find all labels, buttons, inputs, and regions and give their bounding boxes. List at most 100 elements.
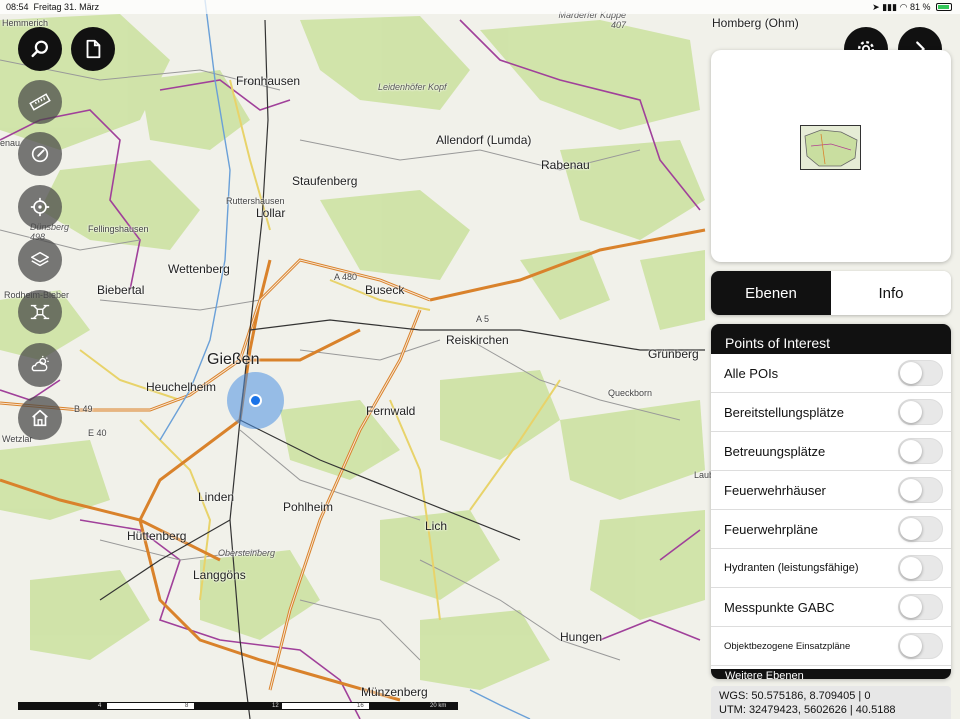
poi-label: Alle POIs — [724, 365, 779, 381]
map-label: B 49 — [74, 404, 93, 414]
map-label: Wettenberg — [168, 262, 230, 276]
map-label: Rabenau — [541, 158, 590, 172]
map-label: Queckborn — [608, 388, 653, 398]
overview-map-thumbnail[interactable] — [800, 125, 861, 170]
crosshair-icon — [30, 197, 50, 217]
scale-segment — [19, 703, 107, 709]
poi-section-header: Points of Interest — [711, 324, 951, 354]
map-label: Grünberg — [648, 347, 699, 361]
scale-segment — [106, 703, 195, 709]
scale-tick-label: 20 km — [430, 703, 447, 709]
map-label: Allendorf (Lumda) — [436, 133, 532, 147]
poi-row-hydranten[interactable]: Hydranten (leistungsfähige) — [711, 549, 951, 588]
search-button[interactable] — [18, 27, 62, 71]
map-label: Buseck — [365, 283, 405, 297]
scale-tick-label: 4 — [98, 703, 102, 709]
poi-row-betreuungsplaetze[interactable]: Betreuungsplätze — [711, 432, 951, 471]
battery-percent: 81 % — [909, 2, 931, 12]
map-label: Fernwald — [366, 404, 416, 418]
measure-button[interactable] — [18, 80, 62, 124]
document-icon — [86, 39, 101, 59]
poi-label: Feuerwehrhäuser — [724, 482, 826, 498]
poi-toggle[interactable] — [898, 360, 943, 386]
map-label: Biebertal — [97, 283, 145, 297]
overview-map-graphic — [804, 129, 858, 167]
coordinate-readout: WGS: 50.575186, 8.709405 | 0 UTM: 324794… — [711, 686, 951, 719]
poi-row-feuerwehrhaeuser[interactable]: Feuerwehrhäuser — [711, 471, 951, 510]
poi-label: Hydranten (leistungsfähige) — [724, 562, 859, 574]
poi-label: Feuerwehrpläne — [724, 521, 818, 537]
poi-toggle[interactable] — [898, 438, 943, 464]
poi-toggle[interactable] — [898, 633, 943, 659]
status-time-date: 08:54 Freitag 31. März — [6, 2, 99, 12]
home-button[interactable] — [18, 396, 62, 440]
poi-label: Objektbezogene Einsatzpläne — [724, 640, 851, 652]
map-label: A 5 — [476, 314, 490, 324]
poi-toggle[interactable] — [898, 555, 943, 581]
map-label: Ruttershausen — [226, 196, 285, 206]
panel-tabs: Ebenen Info — [711, 271, 951, 315]
more-layers-header: Weitere Ebenen — [711, 669, 951, 679]
map-label: Leidenhöfer Kopf — [378, 82, 447, 92]
map-label: Obersteinberg — [218, 548, 276, 558]
status-time: 08:54 — [6, 2, 29, 12]
compass-icon — [31, 145, 49, 163]
battery-icon — [936, 3, 952, 11]
poi-label: Betreuungsplätze — [724, 443, 826, 459]
map-label: Langgöns — [193, 568, 246, 582]
map-label: Fellingshausen — [88, 224, 149, 234]
drone-icon — [30, 304, 50, 320]
poi-toggle[interactable] — [898, 594, 943, 620]
scale-tick-label: 8 — [185, 703, 189, 709]
poi-toggle[interactable] — [898, 399, 943, 425]
map-label: Lich — [425, 519, 448, 533]
poi-row-feuerwehrplaene[interactable]: Feuerwehrpläne — [711, 510, 951, 549]
tab-ebenen[interactable]: Ebenen — [711, 271, 831, 315]
map-label: Hüttenberg — [127, 529, 187, 543]
map-label: Lollar — [256, 206, 286, 220]
status-right: ➤ ▮▮▮ ◠ 81 % — [872, 2, 952, 13]
scale-tick-label: 16 — [357, 703, 364, 709]
overview-map[interactable] — [711, 50, 951, 262]
map-label: Hungen — [560, 630, 603, 644]
status-date: Freitag 31. März — [33, 2, 100, 12]
map-label: Münzenberg — [361, 685, 428, 699]
scale-segment — [194, 703, 282, 709]
map-label: Staufenberg — [292, 174, 358, 188]
map-label: Fronhausen — [236, 74, 301, 88]
poi-toggle[interactable] — [898, 477, 943, 503]
weather-button[interactable] — [18, 343, 62, 387]
poi-row-bereitstellungsplaetze[interactable]: Bereitstellungsplätze — [711, 393, 951, 432]
locate-button[interactable] — [18, 185, 62, 229]
layers-icon — [31, 251, 49, 267]
location-arrow-icon: ➤ — [872, 2, 880, 12]
home-icon — [32, 409, 48, 427]
layers-button[interactable] — [18, 238, 62, 282]
ruler-icon — [29, 93, 51, 111]
scale-bar — [18, 702, 458, 710]
map-label: A 480 — [334, 272, 358, 282]
drone-button[interactable] — [18, 290, 62, 334]
map-label: Pohlheim — [283, 500, 334, 514]
map-label: enau — [0, 138, 21, 148]
wgs-coordinates: WGS: 50.575186, 8.709405 | 0 — [719, 690, 871, 702]
poi-layer-panel: Points of Interest Alle POIs Bereitstell… — [711, 324, 951, 679]
map-label: Gießen — [207, 351, 260, 368]
compass-button[interactable] — [18, 132, 62, 176]
weather-icon — [31, 355, 49, 372]
current-location-dot — [249, 394, 262, 407]
poi-row-messpunkte-gabc[interactable]: Messpunkte GABC — [711, 588, 951, 627]
document-button[interactable] — [71, 27, 115, 71]
scale-tick-label: 12 — [272, 703, 279, 709]
map-label: Heuchelheim — [146, 380, 217, 394]
status-bar: 08:54 Freitag 31. März ➤ ▮▮▮ ◠ 81 % — [0, 0, 960, 14]
map-label: E 40 — [88, 428, 107, 438]
poi-label: Messpunkte GABC — [724, 599, 835, 615]
poi-row-objektbezogene-einsatzplaene[interactable]: Objektbezogene Einsatzpläne — [711, 627, 951, 666]
tab-info[interactable]: Info — [831, 271, 951, 315]
map-label: Homberg (Ohm) — [712, 16, 799, 30]
poi-row-alle-pois[interactable]: Alle POIs — [711, 354, 951, 393]
poi-toggle[interactable] — [898, 516, 943, 542]
poi-label: Bereitstellungsplätze — [724, 404, 844, 420]
utm-coordinates: UTM: 32479423, 5602626 | 40.5188 — [719, 704, 896, 716]
